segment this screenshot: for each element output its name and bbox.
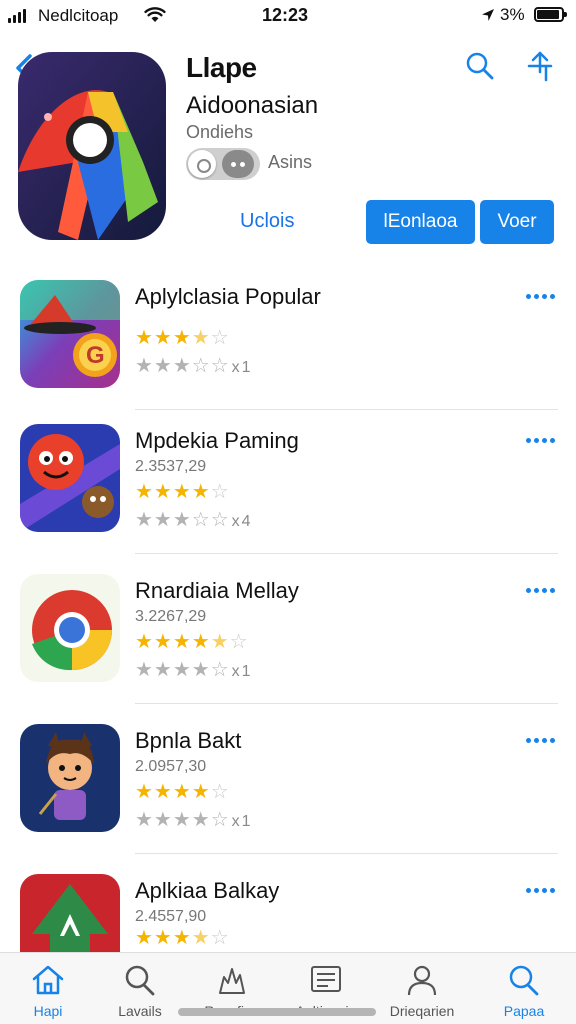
divider xyxy=(135,703,558,704)
tab-search-2[interactable]: Papaa xyxy=(476,953,572,1024)
primary-button[interactable]: lEonlaoa xyxy=(366,200,475,244)
tab-search[interactable]: Lavails xyxy=(92,953,188,1024)
app-title: Aplylclasia Popular xyxy=(135,284,321,309)
search-icon[interactable] xyxy=(464,50,496,82)
divider xyxy=(135,853,558,854)
app-title: Mpdekia Paming xyxy=(135,428,299,453)
battery-percent: 3% xyxy=(500,5,525,24)
divider xyxy=(135,409,558,410)
rating-stars: ★★★★★☆ xyxy=(135,631,249,653)
divider xyxy=(135,553,558,554)
app-title: Rnardiaia Mellay xyxy=(135,578,299,603)
tab-profile[interactable]: Drieqarien xyxy=(374,953,470,1024)
rating-count: ★★★☆☆ x 4 xyxy=(135,509,251,531)
more-icon[interactable] xyxy=(520,880,560,900)
list-item[interactable]: G Aplylclasia Popular ★★★★☆ ★★★☆☆ x 1 xyxy=(0,280,576,410)
app-icon-browser xyxy=(20,574,120,682)
search-icon xyxy=(125,965,155,996)
app-hero-icon xyxy=(18,52,166,240)
more-icon[interactable] xyxy=(520,430,560,450)
rating-count: ★★★☆☆ x 1 xyxy=(135,355,251,377)
app-category: Ondiehs xyxy=(186,122,254,142)
more-icon[interactable] xyxy=(520,580,560,600)
toggle-label: Asins xyxy=(268,152,313,172)
list-item[interactable]: Bpnla Bakt 2.0957,30 ★★★★☆ ★★★★☆ x 1 xyxy=(0,724,576,854)
app-subtitle: Aidoonasian xyxy=(186,92,319,119)
rating-count: ★★★★☆ x 1 xyxy=(135,659,251,681)
games-icon xyxy=(219,968,245,994)
list-item[interactable]: Mpdekia Paming 2.3537,29 ★★★★☆ ★★★☆☆ x 4 xyxy=(0,424,576,554)
toggle-dots-icon xyxy=(222,150,254,178)
app-icon-cartoon xyxy=(20,724,120,832)
rating-stars: ★★★★☆ xyxy=(135,781,230,803)
battery-icon xyxy=(534,7,567,22)
app-title: Llape xyxy=(186,52,257,83)
app-icon-character xyxy=(20,424,120,532)
link-button[interactable]: Uclois xyxy=(240,210,294,233)
rating-stars: ★★★★☆ xyxy=(135,327,230,349)
list-icon xyxy=(311,966,341,992)
svg-text:G: G xyxy=(86,342,105,369)
tab-home[interactable]: Hapi xyxy=(0,953,96,1024)
app-meta: 3.2267,29 xyxy=(135,608,207,625)
rating-stars: ★★★★☆ xyxy=(135,927,230,949)
more-icon[interactable] xyxy=(520,286,560,306)
person-icon xyxy=(407,965,437,996)
signal-icon xyxy=(8,9,26,23)
status-time: 12:23 xyxy=(262,5,309,25)
status-bar: Nedlcitoap 12:23 3% xyxy=(0,0,576,32)
view-button[interactable]: Voer xyxy=(480,200,554,244)
wifi-icon xyxy=(144,7,166,22)
app-icon-game: G xyxy=(20,280,120,388)
app-meta: 2.0957,30 xyxy=(135,758,207,775)
toggle-switch[interactable] xyxy=(186,148,260,180)
location-arrow-icon xyxy=(482,9,494,21)
rating-stars: ★★★★☆ xyxy=(135,481,230,503)
tab-label: Papaa xyxy=(503,1003,545,1019)
carrier-name: Nedlcitoap xyxy=(38,6,119,25)
app-title: Bpnla Bakt xyxy=(135,728,242,753)
share-icon[interactable] xyxy=(524,50,556,84)
rating-count: ★★★★☆ x 1 xyxy=(135,809,251,831)
app-meta: 2.4557,90 xyxy=(135,908,207,925)
tab-label: Lavails xyxy=(118,1003,162,1019)
app-title: Aplkiaa Balkay xyxy=(135,878,280,903)
home-icon xyxy=(32,965,64,995)
search-icon xyxy=(509,965,539,996)
tab-label: Drieqarien xyxy=(389,1003,455,1019)
toggle-knob xyxy=(188,150,216,178)
tab-label: Hapi xyxy=(33,1003,63,1019)
list-item[interactable]: Rnardiaia Mellay 3.2267,29 ★★★★★☆ ★★★★☆ x… xyxy=(0,574,576,704)
more-icon[interactable] xyxy=(520,730,560,750)
home-indicator[interactable] xyxy=(178,1008,376,1016)
app-meta: 2.3537,29 xyxy=(135,458,207,475)
